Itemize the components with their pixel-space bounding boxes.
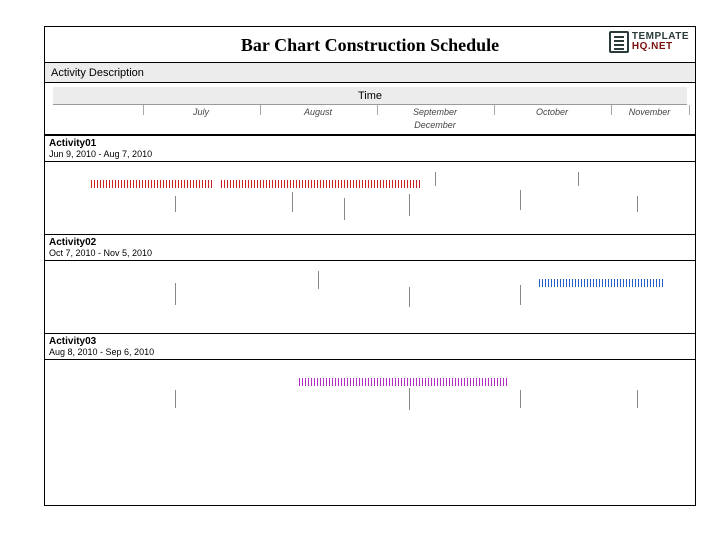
page-header: Bar Chart Construction Schedule TEMPLATE… [45,27,695,63]
logo: TEMPLATE HQ.NET [609,31,689,53]
month-december: December [414,120,456,130]
activity-row-03: Activity03 Aug 8, 2010 - Sep 6, 2010 [45,333,695,432]
month-september: September [413,107,457,117]
month-track: July August September October November D… [45,105,695,134]
gantt-bar-03 [299,378,507,386]
month-axis: July August September October November D… [45,105,695,135]
activity-name-03: Activity03 [49,336,691,347]
activity-dates-01: Jun 9, 2010 - Aug 7, 2010 [49,149,691,159]
activity-name-02: Activity02 [49,237,691,248]
gantt-bar-01b [221,180,423,188]
activity-header-02: Activity02 Oct 7, 2010 - Nov 5, 2010 [45,235,695,261]
logo-text: TEMPLATE HQ.NET [632,32,689,52]
month-october: October [536,107,568,117]
activity-row-01: Activity01 Jun 9, 2010 - Aug 7, 2010 [45,135,695,234]
activity-name-01: Activity01 [49,138,691,149]
activity-row-02: Activity02 Oct 7, 2010 - Nov 5, 2010 [45,234,695,333]
logo-line2: HQ.NET [632,42,689,52]
schedule-page: Bar Chart Construction Schedule TEMPLATE… [44,26,696,506]
activity-dates-02: Oct 7, 2010 - Nov 5, 2010 [49,248,691,258]
activity-chart-03 [45,360,695,432]
month-august: August [304,107,332,117]
activity-dates-03: Aug 8, 2010 - Sep 6, 2010 [49,347,691,357]
logo-document-icon [609,31,629,53]
activity-chart-02 [45,261,695,333]
activity-chart-01 [45,162,695,234]
month-july: July [193,107,209,117]
time-header: Time [53,87,687,105]
activity-description-header: Activity Description [45,63,695,83]
gantt-bar-01 [91,180,215,188]
activity-header-01: Activity01 Jun 9, 2010 - Aug 7, 2010 [45,136,695,162]
page-title: Bar Chart Construction Schedule [45,27,695,63]
month-november: November [629,107,671,117]
activity-header-03: Activity03 Aug 8, 2010 - Sep 6, 2010 [45,334,695,360]
gantt-bar-02 [539,279,663,287]
